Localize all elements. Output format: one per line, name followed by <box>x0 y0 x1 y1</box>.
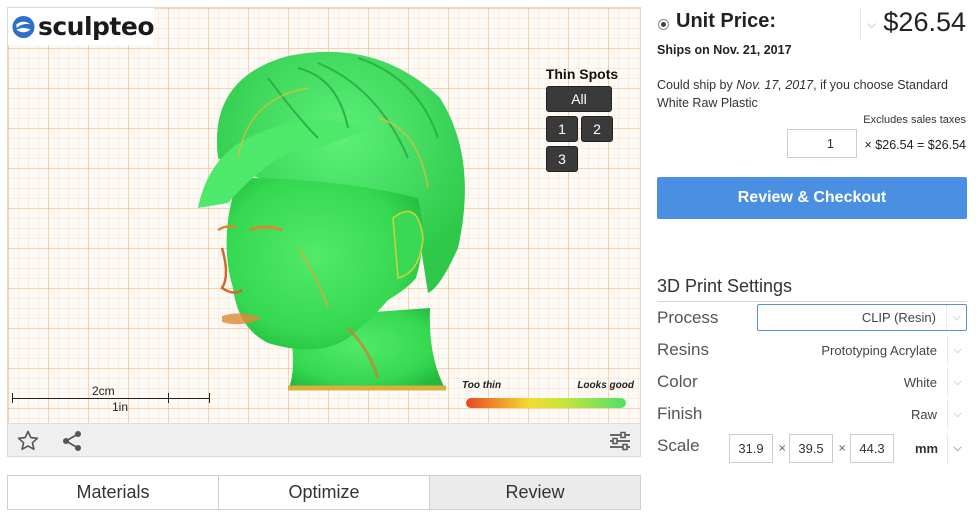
chevron-down-icon[interactable]: ⌵ <box>860 9 882 39</box>
chevron-down-icon: ⌵ <box>947 401 967 428</box>
ship-date: Ships on Nov. 21, 2017 <box>657 43 792 57</box>
unit-price-value: $26.54 <box>883 7 966 37</box>
tab-optimize[interactable]: Optimize <box>219 476 430 509</box>
order-panel: Unit Price: ⌵ $26.54 Ships on Nov. 21, 2… <box>656 0 972 515</box>
scale-tick <box>168 393 169 403</box>
ship-option-note: Could ship by Nov. 17, 2017, if you choo… <box>657 76 971 112</box>
scale-x-input[interactable]: 31.9 <box>729 434 773 463</box>
color-select[interactable]: White ⌵ <box>757 369 967 396</box>
print-settings-title: 3D Print Settings <box>657 276 967 302</box>
sculpteo-logo-icon <box>12 15 35 38</box>
scale-separator: × <box>778 443 787 454</box>
viewer-toolbar <box>8 423 640 456</box>
tab-review[interactable]: Review <box>430 476 640 509</box>
star-icon[interactable] <box>16 429 40 453</box>
thin-spots-panel: Thin Spots <box>542 66 622 82</box>
viewer-canvas[interactable]: sculpteo Thin Spots All 1 2 3 2cm 1in To… <box>8 8 640 423</box>
legend-gradient-bar <box>466 398 626 408</box>
workflow-tabs: Materials Optimize Review <box>7 475 641 510</box>
quantity-input[interactable] <box>787 129 857 158</box>
share-icon[interactable] <box>60 429 84 453</box>
chevron-down-icon: ⌵ <box>947 337 967 364</box>
thin-spot-2-button[interactable]: 2 <box>581 116 613 142</box>
color-label: Color <box>657 372 698 391</box>
tax-note: Excludes sales taxes <box>863 114 966 126</box>
resins-label: Resins <box>657 340 709 359</box>
scale-z-input[interactable]: 44.3 <box>850 434 894 463</box>
thin-spot-1-button[interactable]: 1 <box>546 116 578 142</box>
scale-metric-label: 2cm <box>92 384 115 398</box>
chevron-down-icon: ⌵ <box>946 305 966 330</box>
quantity-total: × $26.54 = $26.54 <box>864 138 966 152</box>
ship-option-prefix: Could ship by <box>657 78 733 92</box>
thin-spots-all-button[interactable]: All <box>546 86 612 112</box>
chevron-down-icon: ⌵ <box>947 434 967 463</box>
thin-spots-title: Thin Spots <box>545 66 619 82</box>
chevron-down-icon: ⌵ <box>947 369 967 396</box>
brand-name: sculpteo <box>37 12 155 41</box>
unit-price-label: Unit Price: <box>676 10 777 32</box>
scale-label: Scale <box>657 436 700 455</box>
scale-unit-select[interactable]: mm ⌵ <box>913 434 967 463</box>
process-label: Process <box>657 308 719 327</box>
process-select[interactable]: CLIP (Resin) ⌵ <box>757 304 967 331</box>
ship-option-date: Nov. 17, 2017 <box>736 78 814 92</box>
scale-bar: 2cm 1in <box>12 384 212 418</box>
scale-tick <box>12 393 13 403</box>
scale-tick <box>209 393 210 403</box>
tab-materials[interactable]: Materials <box>8 476 219 509</box>
sliders-icon[interactable] <box>608 429 632 453</box>
model-viewer[interactable]: sculpteo Thin Spots All 1 2 3 2cm 1in To… <box>7 7 641 457</box>
brand-logo: sculpteo <box>8 8 155 45</box>
finish-label: Finish <box>657 404 703 423</box>
review-checkout-button[interactable]: Review & Checkout <box>657 177 967 219</box>
scale-unit-value: mm <box>915 441 939 456</box>
color-value: White <box>903 375 937 390</box>
legend-too-thin-label: Too thin <box>462 380 502 391</box>
scale-separator: × <box>838 443 847 454</box>
scale-imperial-label: 1in <box>112 400 129 414</box>
legend-looks-good-label: Looks good <box>577 380 634 391</box>
process-value: CLIP (Resin) <box>861 310 936 325</box>
resins-value: Prototyping Acrylate <box>821 343 937 358</box>
unit-price-radio[interactable] <box>658 19 669 30</box>
3d-model-head[interactable] <box>178 38 478 398</box>
thin-spot-3-button[interactable]: 3 <box>546 146 578 172</box>
finish-value: Raw <box>910 407 937 422</box>
resins-select[interactable]: Prototyping Acrylate ⌵ <box>757 337 967 364</box>
finish-select[interactable]: Raw ⌵ <box>757 401 967 428</box>
scale-y-input[interactable]: 39.5 <box>789 434 833 463</box>
thickness-legend: Too thin Looks good <box>462 378 638 413</box>
scale-line <box>12 398 210 399</box>
